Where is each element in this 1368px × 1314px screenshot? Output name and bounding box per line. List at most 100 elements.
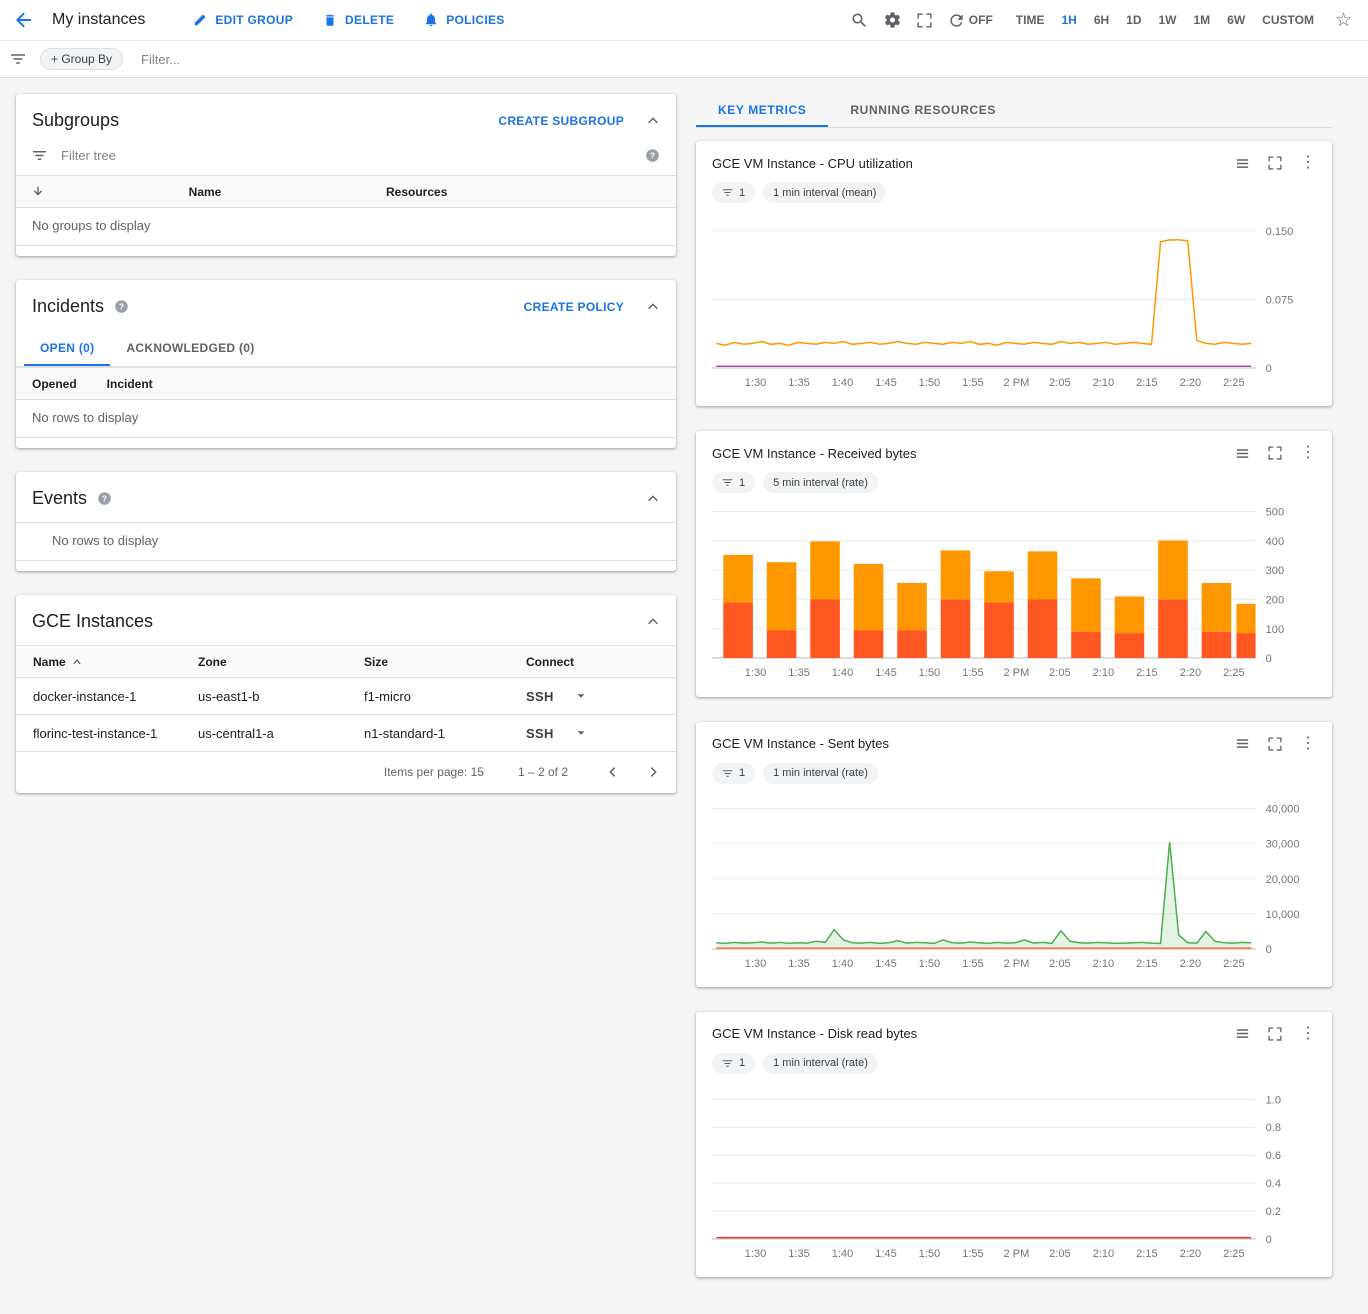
- interval-chip[interactable]: 5 min interval (rate): [763, 472, 878, 493]
- legend-list-icon[interactable]: [1235, 1026, 1250, 1041]
- tab-open[interactable]: OPEN (0): [24, 330, 110, 366]
- legend-list-icon[interactable]: [1235, 736, 1250, 751]
- instance-zone: us-east1-b: [181, 689, 347, 704]
- create-policy-button[interactable]: CREATE POLICY: [524, 300, 624, 314]
- instance-size: n1-standard-1: [347, 726, 509, 741]
- group-by-chip[interactable]: + Group By: [40, 48, 123, 70]
- expand-chart-icon[interactable]: [1268, 737, 1282, 751]
- filter-chip[interactable]: 1: [712, 763, 755, 784]
- table-row[interactable]: florinc-test-instance-1 us-central1-a n1…: [16, 715, 676, 752]
- filter-list-icon[interactable]: [10, 51, 26, 67]
- ssh-dropdown-caret-icon[interactable]: [574, 689, 588, 703]
- ssh-button[interactable]: SSH: [526, 689, 554, 704]
- svg-text:1:40: 1:40: [832, 1248, 854, 1260]
- help-icon[interactable]: ?: [645, 148, 660, 163]
- filter-chip[interactable]: 1: [712, 182, 755, 203]
- gce-col-name[interactable]: Name: [16, 655, 181, 669]
- filter-chip-label: 1: [739, 767, 745, 779]
- svg-text:0.6: 0.6: [1266, 1150, 1281, 1162]
- previous-page-icon[interactable]: [606, 765, 620, 779]
- svg-text:1:45: 1:45: [875, 1248, 897, 1260]
- subgroups-table-header: Name Resources: [16, 175, 676, 208]
- filter-input[interactable]: Filter...: [141, 52, 1358, 67]
- expand-chart-icon[interactable]: [1268, 446, 1282, 460]
- expand-chart-icon[interactable]: [1268, 156, 1282, 170]
- svg-text:0.4: 0.4: [1266, 1178, 1281, 1190]
- chart-canvas[interactable]: 50040030020010001:301:351:401:451:501:55…: [712, 497, 1316, 690]
- gce-col-zone[interactable]: Zone: [181, 655, 347, 669]
- collapse-chevron-icon[interactable]: [646, 615, 660, 629]
- svg-text:2:20: 2:20: [1180, 377, 1202, 389]
- create-subgroup-button[interactable]: CREATE SUBGROUP: [498, 114, 624, 128]
- policies-button[interactable]: POLICIES: [424, 13, 504, 27]
- expand-chart-icon[interactable]: [1268, 1027, 1282, 1041]
- help-icon[interactable]: ?: [114, 299, 129, 314]
- help-icon[interactable]: ?: [97, 491, 112, 506]
- time-range-1w[interactable]: 1W: [1159, 13, 1177, 27]
- tab-key-metrics[interactable]: KEY METRICS: [696, 94, 828, 127]
- subgroups-col-name[interactable]: Name: [60, 185, 350, 199]
- chart-card-cpu-utilization: GCE VM Instance - CPU utilization ⋮: [696, 141, 1332, 406]
- ssh-dropdown-caret-icon[interactable]: [574, 726, 588, 740]
- time-range-6w[interactable]: 6W: [1227, 13, 1245, 27]
- legend-list-icon[interactable]: [1235, 446, 1250, 461]
- auto-refresh-toggle[interactable]: OFF: [949, 13, 993, 28]
- interval-chip[interactable]: 1 min interval (rate): [763, 763, 878, 784]
- svg-text:10,000: 10,000: [1266, 908, 1300, 920]
- next-page-icon[interactable]: [646, 765, 660, 779]
- time-range-1d[interactable]: 1D: [1126, 13, 1141, 27]
- search-icon[interactable]: [851, 12, 867, 28]
- time-range-6h[interactable]: 6H: [1094, 13, 1109, 27]
- gce-col-connect[interactable]: Connect: [509, 655, 676, 669]
- chart-canvas[interactable]: 40,00030,00020,00010,00001:301:351:401:4…: [712, 788, 1316, 981]
- filter-chip[interactable]: 1: [712, 1053, 755, 1074]
- more-options-icon[interactable]: ⋮: [1300, 1026, 1316, 1042]
- filter-tree-input[interactable]: Filter tree: [61, 148, 621, 163]
- svg-text:1:50: 1:50: [919, 667, 941, 679]
- interval-chip-label: 1 min interval (rate): [773, 767, 868, 779]
- collapse-chevron-icon[interactable]: [646, 300, 660, 314]
- time-range-1m[interactable]: 1M: [1194, 13, 1211, 27]
- tab-acknowledged[interactable]: ACKNOWLEDGED (0): [110, 330, 270, 366]
- chart-canvas[interactable]: 1.00.80.60.40.201:301:351:401:451:501:55…: [712, 1078, 1316, 1271]
- chart-title: GCE VM Instance - Disk read bytes: [712, 1026, 917, 1041]
- collapse-chevron-icon[interactable]: [646, 114, 660, 128]
- svg-text:1:40: 1:40: [832, 377, 854, 389]
- svg-text:100: 100: [1266, 624, 1284, 636]
- time-range-custom[interactable]: CUSTOM: [1262, 13, 1314, 27]
- gce-col-name-label: Name: [33, 655, 66, 669]
- settings-gear-icon[interactable]: [884, 12, 900, 28]
- delete-button[interactable]: DELETE: [323, 13, 394, 27]
- more-options-icon[interactable]: ⋮: [1300, 445, 1316, 461]
- svg-text:2:25: 2:25: [1223, 377, 1245, 389]
- filter-chip[interactable]: 1: [712, 472, 755, 493]
- interval-chip[interactable]: 1 min interval (rate): [763, 1053, 878, 1074]
- svg-text:1:40: 1:40: [832, 667, 854, 679]
- toolbar-right: OFF TIME 1H 6H 1D 1W 1M 6W CUSTOM ☆: [851, 11, 1352, 30]
- edit-group-button[interactable]: EDIT GROUP: [193, 13, 293, 27]
- sort-download-arrow-icon[interactable]: [16, 185, 60, 199]
- items-per-page[interactable]: Items per page: 15: [384, 765, 484, 779]
- table-row[interactable]: docker-instance-1 us-east1-b f1-micro SS…: [16, 678, 676, 715]
- favorite-star-icon[interactable]: ☆: [1335, 11, 1352, 30]
- svg-text:0.2: 0.2: [1266, 1206, 1281, 1218]
- more-options-icon[interactable]: ⋮: [1300, 736, 1316, 752]
- items-per-page-value[interactable]: 15: [471, 765, 484, 779]
- tab-running-resources[interactable]: RUNNING RESOURCES: [828, 94, 1018, 127]
- interval-chip[interactable]: 1 min interval (mean): [763, 182, 886, 203]
- time-range-1h[interactable]: 1H: [1061, 13, 1076, 27]
- svg-text:?: ?: [102, 494, 107, 504]
- incidents-col-incident[interactable]: Incident: [107, 377, 153, 391]
- gce-col-size[interactable]: Size: [347, 655, 509, 669]
- subgroups-col-resources[interactable]: Resources: [350, 185, 676, 199]
- chart-canvas[interactable]: 0.1500.07501:301:351:401:451:501:552 PM2…: [712, 207, 1316, 400]
- refresh-icon: [949, 13, 964, 28]
- svg-text:20,000: 20,000: [1266, 873, 1300, 885]
- fullscreen-icon[interactable]: [917, 13, 932, 28]
- incidents-col-opened[interactable]: Opened: [32, 377, 77, 391]
- ssh-button[interactable]: SSH: [526, 726, 554, 741]
- collapse-chevron-icon[interactable]: [646, 492, 660, 506]
- more-options-icon[interactable]: ⋮: [1300, 155, 1316, 171]
- back-arrow-icon[interactable]: [16, 12, 32, 28]
- legend-list-icon[interactable]: [1235, 156, 1250, 171]
